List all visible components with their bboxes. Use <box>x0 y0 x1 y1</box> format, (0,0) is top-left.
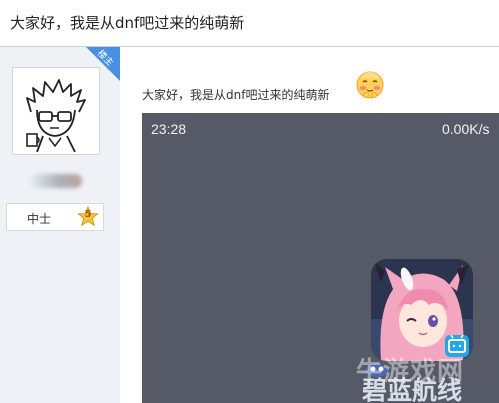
anime-girl-app-icon[interactable] <box>371 259 473 361</box>
watermark-game-text: 碧蓝航线 <box>362 376 463 403</box>
network-speed: 0.00K/s <box>442 121 490 137</box>
rank-badge-box: 中士 5 <box>6 203 104 231</box>
post-body-text: 大家好，我是从dnf吧过来的纯萌新 <box>142 88 330 102</box>
status-time: 23:28 <box>151 121 187 137</box>
rank-title: 中士 <box>27 212 52 226</box>
thread-title-bar: 大家好，我是从dnf吧过来的纯萌新 <box>0 0 499 47</box>
rank-level: 5 <box>84 209 92 220</box>
thread-title: 大家好，我是从dnf吧过来的纯萌新 <box>10 14 245 32</box>
shy-blushing-face-icon <box>356 71 384 99</box>
username-obscured[interactable] <box>30 174 82 188</box>
author-sidebar: 中士 5 <box>0 47 120 403</box>
embedded-screenshot[interactable]: 23:28 0.00K/s 牛游戏网 碧蓝航线 <box>142 113 499 403</box>
